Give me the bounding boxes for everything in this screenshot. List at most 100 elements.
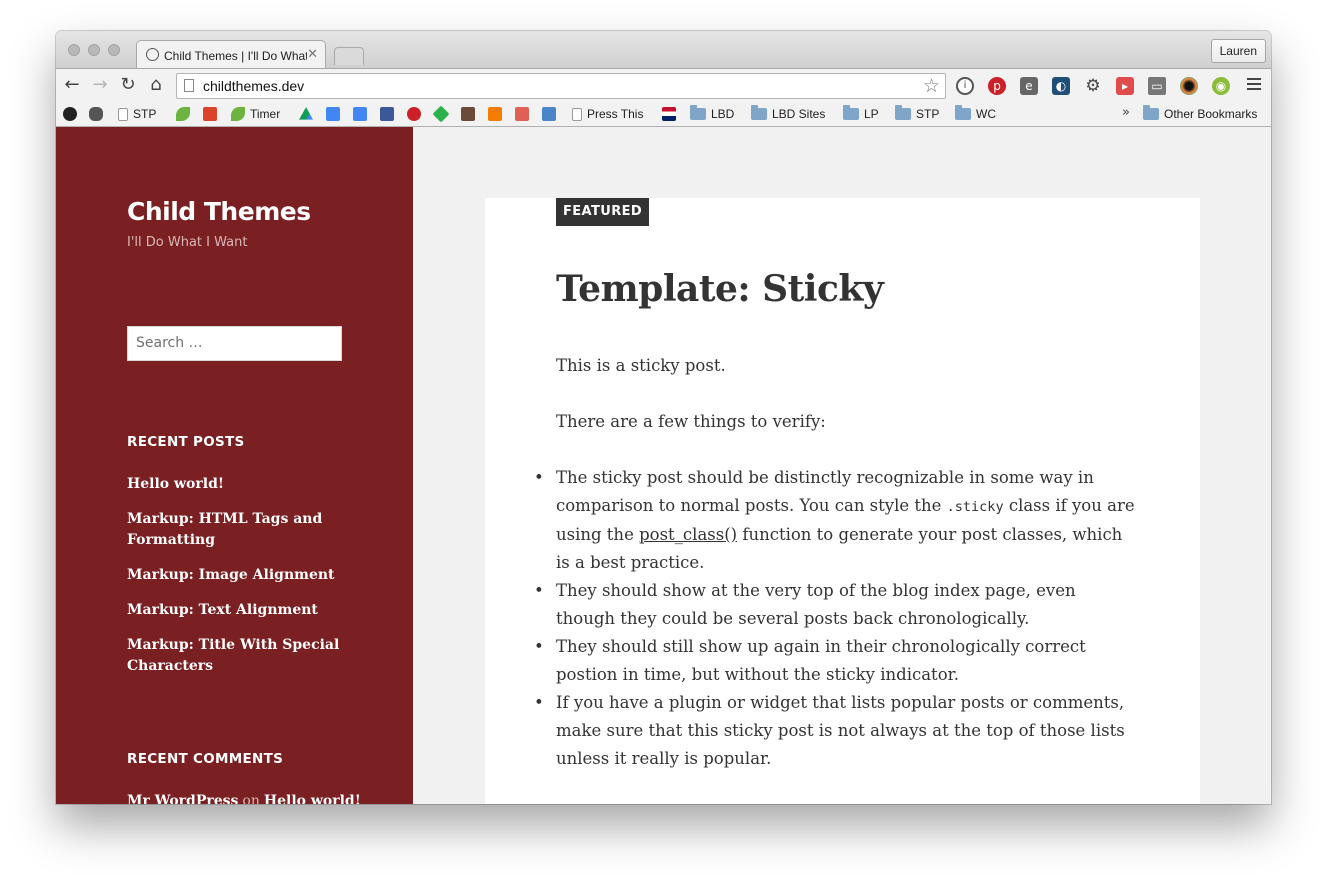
- bookmarks-bar: STP Timer Press This LBD LBD Sites LP ST…: [56, 102, 1271, 127]
- bookmark-folder-wc[interactable]: WC: [955, 105, 996, 123]
- recent-posts-heading: RECENT POSTS: [127, 434, 245, 450]
- bookmark-mail[interactable]: [542, 105, 561, 123]
- tag-extension-icon[interactable]: ▸: [1116, 77, 1134, 95]
- bookmark-instagram[interactable]: [461, 105, 480, 123]
- bookmark-analytics[interactable]: [488, 105, 507, 123]
- post-title: Template: Sticky: [556, 268, 884, 310]
- bullet-item: They should show at the very top of the …: [534, 577, 1136, 633]
- leaf-icon: [231, 107, 245, 121]
- bookmark-pinterest[interactable]: [407, 105, 426, 123]
- bookmark-google-2[interactable]: [353, 105, 372, 123]
- forward-arrow-icon[interactable]: →: [88, 73, 112, 97]
- profile-button[interactable]: Lauren: [1210, 39, 1266, 63]
- back-arrow-icon[interactable]: ←: [60, 73, 84, 97]
- tab-title: Child Themes | I'll Do What I Want: [164, 49, 307, 63]
- bookmark-folder-stp[interactable]: STP: [895, 105, 939, 123]
- recent-post-link[interactable]: Markup: Text Alignment: [127, 600, 342, 621]
- recent-post-link[interactable]: Markup: HTML Tags and Formatting: [127, 509, 342, 551]
- bookmark-folder-lbd-sites[interactable]: LBD Sites: [751, 105, 825, 123]
- bookmark-timer[interactable]: Timer: [231, 105, 280, 123]
- post-class-link[interactable]: post_class(): [639, 525, 737, 544]
- toolbar: ← → ↻ ⌂ childthemes.dev ☆ i p e ◐ ⚙ ▸ ▭ …: [56, 68, 1271, 102]
- tab-strip: Child Themes | I'll Do What I Want ✕ Lau…: [56, 31, 1271, 69]
- color-picker-extension-icon[interactable]: [1180, 77, 1198, 95]
- close-window-button[interactable]: [68, 44, 80, 56]
- folder-icon: [690, 105, 706, 120]
- post-paragraph: This is a sticky post.: [556, 356, 726, 375]
- recent-post-link[interactable]: Hello world!: [127, 474, 342, 495]
- bookmark-star-icon[interactable]: ☆: [923, 75, 940, 97]
- browser-window: Child Themes | I'll Do What I Want ✕ Lau…: [56, 31, 1271, 804]
- bookmark-label: Other Bookmarks: [1164, 107, 1258, 121]
- google-drive-icon: [299, 107, 313, 120]
- zoom-window-button[interactable]: [108, 44, 120, 56]
- web-page: Child Themes I'll Do What I Want Search …: [56, 127, 1271, 804]
- bookmark-dark-circle[interactable]: [63, 105, 82, 123]
- address-bar[interactable]: childthemes.dev ☆: [176, 73, 946, 99]
- sidebar: Child Themes I'll Do What I Want Search …: [56, 127, 413, 804]
- bookmark-label: STP: [133, 107, 157, 121]
- instagram-icon: [461, 107, 475, 121]
- flag-icon: [662, 107, 676, 121]
- url-text: childthemes.dev: [203, 78, 305, 94]
- bookmarks-overflow-chevron-icon[interactable]: »: [1122, 105, 1130, 120]
- hamburger-menu-icon[interactable]: [1247, 78, 1261, 92]
- close-tab-icon[interactable]: ✕: [307, 47, 318, 62]
- wordpress-favicon-icon: [146, 48, 159, 61]
- bookmark-folder-other[interactable]: Other Bookmarks: [1143, 105, 1257, 123]
- pocket-extension-icon[interactable]: ◐: [1052, 77, 1070, 95]
- bookmark-press-this[interactable]: Press This: [572, 105, 643, 123]
- bookmark-facebook[interactable]: [380, 105, 399, 123]
- recent-post-link[interactable]: Markup: Image Alignment: [127, 565, 342, 586]
- bookmark-folder-lp[interactable]: LP: [843, 105, 879, 123]
- new-tab-button[interactable]: [334, 47, 364, 65]
- bookmark-label: LBD Sites: [772, 107, 826, 121]
- mail-icon: [542, 107, 556, 121]
- site-title[interactable]: Child Themes: [127, 197, 311, 226]
- onepassword-extension-icon[interactable]: i: [956, 77, 974, 95]
- comment-author-link[interactable]: Mr WordPress: [127, 793, 238, 804]
- bookmark-slides[interactable]: [515, 105, 534, 123]
- owl-icon: [89, 107, 103, 121]
- comment-post-link[interactable]: Hello world!: [264, 793, 361, 804]
- evernote-extension-icon[interactable]: e: [1020, 77, 1038, 95]
- page-icon: [572, 107, 582, 121]
- bookmark-stp[interactable]: STP: [118, 105, 156, 123]
- minimize-window-button[interactable]: [88, 44, 100, 56]
- post-paragraph: There are a few things to verify:: [556, 412, 826, 431]
- bookmark-label: WC: [976, 107, 996, 121]
- green-circle-extension-icon[interactable]: ◉: [1212, 77, 1230, 95]
- bookmark-flag[interactable]: [662, 105, 681, 123]
- search-input[interactable]: Search …: [127, 326, 342, 361]
- home-icon[interactable]: ⌂: [144, 73, 168, 97]
- bookmark-label: LBD: [711, 107, 735, 121]
- bookmark-feedly[interactable]: [432, 105, 453, 123]
- recent-post-link[interactable]: Markup: Title With Special Characters: [127, 635, 342, 677]
- bookmark-google-1[interactable]: [326, 105, 345, 123]
- tabs-extension-icon[interactable]: ▭: [1148, 77, 1166, 95]
- reload-icon[interactable]: ↻: [116, 73, 140, 97]
- bookmark-leaf[interactable]: [176, 105, 195, 123]
- bookmark-label: STP: [916, 107, 940, 121]
- google-icon: [353, 107, 367, 121]
- recent-comment: Mr WordPress on Hello world!: [127, 793, 361, 804]
- bookmark-owl[interactable]: [89, 105, 108, 123]
- pinterest-extension-icon[interactable]: p: [988, 77, 1006, 95]
- post-content: This is a sticky post. There are a few t…: [534, 352, 1136, 773]
- page-icon: [118, 107, 128, 121]
- bookmark-folder-lbd[interactable]: LBD: [690, 105, 734, 123]
- recent-posts-list: Hello world! Markup: HTML Tags and Forma…: [127, 474, 342, 691]
- active-tab[interactable]: Child Themes | I'll Do What I Want ✕: [136, 40, 326, 69]
- sticky-post-article: FEATURED Template: Sticky This is a stic…: [485, 198, 1200, 804]
- folder-icon: [1143, 105, 1159, 120]
- bookmark-drive[interactable]: [299, 105, 318, 123]
- leaf-icon: [176, 107, 190, 121]
- bookmark-label: Timer: [250, 107, 281, 121]
- red-square-icon: [203, 107, 217, 121]
- pinterest-icon: [407, 107, 421, 121]
- site-description: I'll Do What I Want: [127, 235, 248, 250]
- page-icon: [184, 79, 194, 92]
- bookmark-red[interactable]: [203, 105, 222, 123]
- gear-extension-icon[interactable]: ⚙: [1084, 77, 1102, 95]
- featured-badge: FEATURED: [556, 198, 650, 226]
